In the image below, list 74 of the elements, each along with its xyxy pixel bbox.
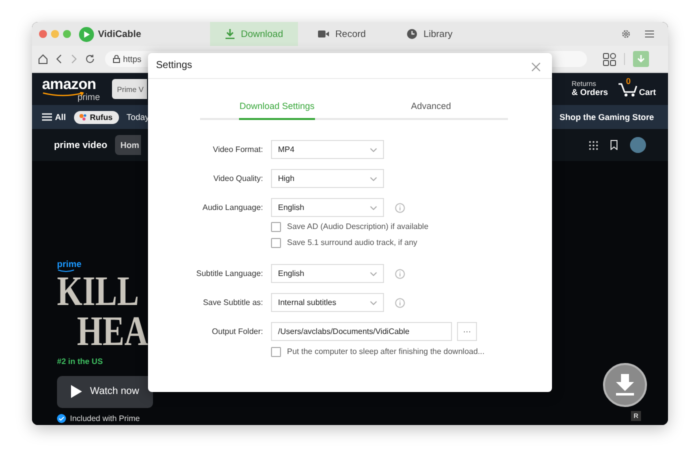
field-label: Audio Language: (202, 203, 263, 212)
checkbox[interactable] (271, 238, 281, 248)
field-label: Output Folder: (210, 327, 263, 336)
info-icon[interactable] (395, 202, 405, 212)
show-title: HEA (77, 312, 148, 353)
tab[interactable]: Library (386, 22, 474, 46)
grid-icon[interactable] (603, 52, 616, 66)
app-name: VidiCable (98, 28, 142, 40)
dots-icon (78, 113, 87, 121)
chevron-icon (370, 272, 377, 276)
field-label: Save Subtitle as: (202, 298, 263, 307)
zoom-window-button[interactable] (63, 30, 71, 38)
field-label: Video Format: (212, 145, 263, 154)
checkbox[interactable] (271, 222, 281, 232)
all-menu-button[interactable]: All (42, 112, 66, 122)
download-icon (615, 374, 635, 396)
tab[interactable]: Record (298, 22, 386, 46)
field-label: Video Quality: (212, 174, 263, 183)
app-logo-icon (79, 26, 94, 42)
dropdown[interactable]: English (271, 198, 384, 217)
cart-label[interactable]: Cart (638, 86, 656, 97)
chevron-icon (370, 206, 377, 210)
menu-icon (42, 113, 52, 121)
close-button[interactable] (530, 60, 542, 72)
download-icon (224, 29, 235, 39)
dropdown[interactable]: High (271, 169, 384, 188)
show-title: KILL (57, 273, 139, 313)
store-logo-text[interactable]: amazon (42, 76, 100, 92)
tab[interactable]: Advanced (410, 101, 452, 120)
info-icon[interactable] (395, 298, 405, 308)
close-icon (531, 62, 541, 72)
assistant-button[interactable]: Rufus (74, 110, 119, 124)
back-icon[interactable] (55, 54, 63, 64)
clock-icon (407, 29, 418, 39)
dropdown[interactable]: Internal subtitles (271, 293, 384, 312)
play-icon (71, 385, 82, 398)
bookmark-icon[interactable] (610, 140, 618, 150)
download-icon (637, 54, 645, 64)
dropdown[interactable]: English (271, 264, 384, 283)
close-window-button[interactable] (39, 30, 47, 38)
download-button[interactable] (603, 363, 647, 407)
field-label: Subtitle Language: (195, 269, 263, 278)
home-tab[interactable]: Hom (115, 135, 142, 155)
info-icon[interactable] (395, 268, 405, 278)
settings-icon[interactable] (621, 29, 631, 39)
service-logo-text[interactable]: prime video (54, 140, 108, 150)
cart-count: 0 (626, 76, 631, 86)
orders-link[interactable]: & Orders (572, 88, 608, 98)
dialog-title: Settings (156, 60, 192, 71)
dropdown[interactable]: MP4 (271, 140, 384, 159)
folder-path-field[interactable]: /Users/avclabs/Documents/VidiCable (271, 322, 452, 341)
home-icon[interactable] (38, 54, 48, 64)
lock-icon (113, 55, 120, 63)
chevron-icon (370, 148, 377, 152)
store-logo-subtext: prime (77, 92, 100, 102)
video-camera-icon (318, 30, 330, 38)
checkbox-label: Put the computer to sleep after finishing the download... (287, 347, 484, 356)
included-label: Included with Prime (70, 414, 140, 423)
avatar[interactable] (630, 137, 646, 153)
checkbox-label: Save AD (Audio Description) if available (287, 222, 428, 231)
grid-icon[interactable] (589, 140, 598, 150)
prime-label: prime (57, 260, 82, 269)
check-circle-icon (57, 414, 66, 423)
forward-icon[interactable] (70, 54, 78, 64)
browse-button[interactable]: ··· (457, 322, 477, 341)
menu-icon[interactable] (645, 30, 654, 38)
watch-now-button[interactable]: Watch now (57, 376, 153, 408)
chevron-icon (370, 300, 377, 304)
checkbox[interactable] (271, 346, 281, 356)
ranking-label: #2 in the US (57, 356, 104, 366)
promo-link[interactable]: Shop the Gaming Store (560, 112, 654, 122)
checkbox-label: Save 5.1 surround audio track, if any (287, 238, 418, 247)
chevron-icon (370, 176, 377, 180)
reload-icon[interactable] (85, 54, 95, 64)
